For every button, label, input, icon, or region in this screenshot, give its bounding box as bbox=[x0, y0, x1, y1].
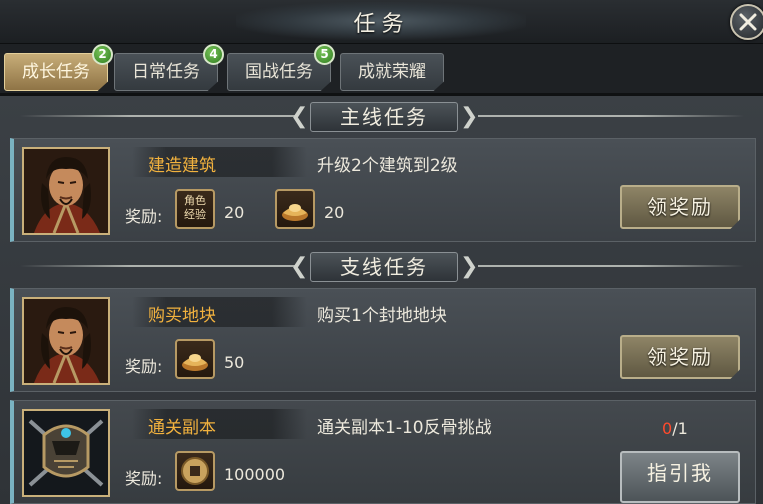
quest-content: ❮ 主线任务 ❯ 建造建筑 升级2个建筑到2级 奖励: 角色经验 20 20 领… bbox=[0, 96, 763, 504]
divider-line bbox=[20, 115, 296, 117]
divider-line bbox=[20, 265, 296, 267]
armored-helmet-icon bbox=[24, 411, 108, 495]
quest-progress: 0/1 bbox=[662, 419, 688, 438]
hero-avatar-icon bbox=[24, 149, 108, 234]
reward-label: 奖励: bbox=[125, 207, 163, 226]
copper-coin-icon bbox=[181, 457, 209, 485]
section-header-side: ❮ 支线任务 ❯ bbox=[0, 250, 763, 282]
tab-label: 成长任务 bbox=[22, 62, 90, 82]
tab-bar: 成长任务 2 日常任务 4 国战任务 5 成就荣耀 bbox=[0, 44, 763, 96]
section-title-main: 主线任务 bbox=[310, 102, 458, 132]
tab-daily-quests[interactable]: 日常任务 bbox=[114, 53, 218, 91]
divider-line bbox=[478, 265, 744, 267]
tab-achievements[interactable]: 成就荣耀 bbox=[340, 53, 444, 91]
quest-title: 购买地块 bbox=[148, 306, 216, 326]
divider-line bbox=[478, 115, 744, 117]
quest-description: 通关副本1-10反骨挑战 bbox=[317, 418, 492, 438]
gold-ingot-icon bbox=[275, 189, 315, 229]
chevron-left-icon: ❮ bbox=[290, 254, 309, 279]
quest-title: 通关副本 bbox=[148, 418, 216, 438]
claim-reward-button[interactable]: 领奖励 bbox=[620, 185, 740, 229]
chevron-left-icon: ❮ bbox=[290, 104, 309, 129]
reward-label: 奖励: bbox=[125, 357, 163, 376]
role-exp-icon: 角色经验 bbox=[175, 189, 215, 229]
guide-me-button[interactable]: 指引我 bbox=[620, 451, 740, 503]
progress-total: /1 bbox=[672, 419, 688, 438]
reward-value: 20 bbox=[224, 203, 245, 222]
claim-reward-button[interactable]: 领奖励 bbox=[620, 335, 740, 379]
gold-ingot-icon bbox=[282, 204, 308, 221]
reward-value: 20 bbox=[324, 203, 345, 222]
quest-card: 购买地块 购买1个封地地块 奖励: 50 领奖励 bbox=[10, 288, 756, 392]
quest-description: 购买1个封地地块 bbox=[317, 306, 447, 326]
section-title-side: 支线任务 bbox=[310, 252, 458, 282]
tab-badge-daily: 4 bbox=[203, 44, 224, 65]
progress-current: 0 bbox=[662, 419, 673, 438]
section-header-main: ❮ 主线任务 ❯ bbox=[0, 100, 763, 132]
tab-badge-war: 5 bbox=[314, 44, 335, 65]
quest-description: 升级2个建筑到2级 bbox=[317, 156, 458, 176]
close-button[interactable] bbox=[730, 4, 763, 40]
tab-label: 日常任务 bbox=[132, 62, 200, 82]
title-bar: 任务 bbox=[0, 0, 763, 44]
tab-badge-growth: 2 bbox=[92, 44, 113, 65]
gold-ingot-icon bbox=[182, 354, 208, 371]
tab-label: 国战任务 bbox=[245, 62, 313, 82]
quest-card: 通关副本 通关副本1-10反骨挑战 0/1 奖励: 100000 指引我 bbox=[10, 400, 756, 504]
hero-portrait bbox=[22, 297, 110, 385]
reward-value: 50 bbox=[224, 353, 245, 372]
gold-ingot-icon bbox=[175, 339, 215, 379]
close-icon bbox=[739, 13, 757, 31]
reward-icon-text: 角色经验 bbox=[184, 194, 206, 221]
tab-label: 成就荣耀 bbox=[358, 62, 426, 82]
copper-coin-icon bbox=[175, 451, 215, 491]
quest-title: 建造建筑 bbox=[148, 156, 216, 176]
boss-portrait bbox=[22, 409, 110, 497]
chevron-right-icon: ❯ bbox=[460, 254, 479, 279]
chevron-right-icon: ❯ bbox=[460, 104, 479, 129]
hero-avatar-icon bbox=[24, 299, 108, 384]
hero-portrait bbox=[22, 147, 110, 235]
quest-card: 建造建筑 升级2个建筑到2级 奖励: 角色经验 20 20 领奖励 bbox=[10, 138, 756, 242]
reward-value: 100000 bbox=[224, 465, 286, 484]
window-title: 任务 bbox=[353, 12, 410, 37]
reward-label: 奖励: bbox=[125, 469, 163, 488]
